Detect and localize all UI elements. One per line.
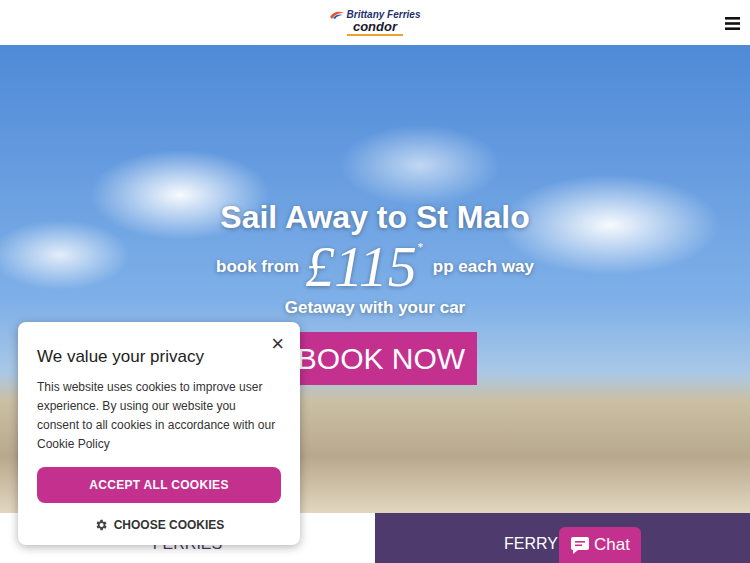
page: Brittany Ferriescondor Sail Away to St Ma… [0,0,750,563]
logo-sub: condor [347,20,403,36]
book-now-button[interactable]: BOOK NOW [285,332,477,385]
price: £115* [305,237,427,297]
cookie-popup: We value your privacy× This website uses … [18,322,300,545]
choose-button[interactable]: CHOOSE COOKIES [37,513,281,537]
cookie-body: This website uses cookies to improve use… [37,378,281,454]
logo[interactable]: Brittany Ferriescondor [330,9,421,36]
logo-brand: Brittany Ferries [347,9,421,20]
gear-icon [94,518,108,532]
header: Brittany Ferriescondor [0,0,750,45]
hero-subtitle: Getaway with your car [285,297,465,319]
price-row: book from £115* pp each way [216,237,534,297]
swoosh-icon [330,11,344,19]
chat-button[interactable]: Chat [559,527,641,563]
accept-button[interactable]: ACCEPT ALL COOKIES [37,467,281,503]
price-unit: pp each way [433,257,534,277]
cookie-title: We value your privacy [37,346,281,368]
hero-title: Sail Away to St Malo [220,197,529,237]
menu-icon[interactable] [725,16,740,31]
close-button[interactable]: × [267,332,288,356]
asterisk: * [417,241,423,253]
book-from: book from [216,257,299,277]
chat-icon [570,535,590,555]
